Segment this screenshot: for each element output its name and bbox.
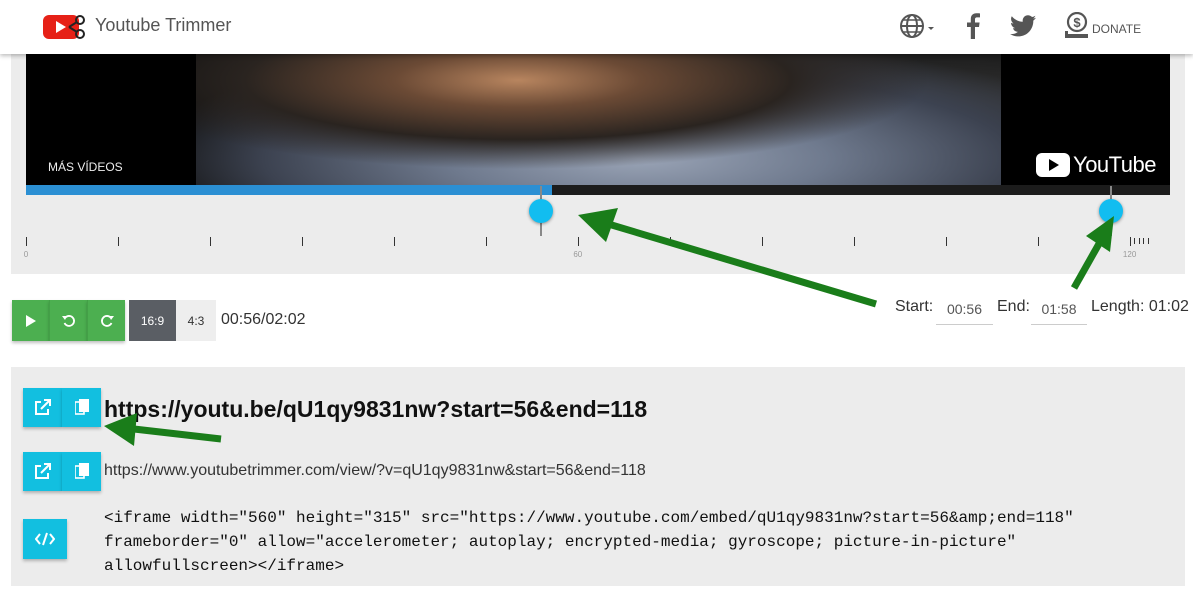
ratio-16-9-button[interactable]: 16:9 [129,300,176,341]
ruler-tick [945,237,947,246]
length-readout: Length: 01:02 [1091,298,1189,316]
language-menu[interactable] [900,12,934,40]
ruler-minor-tick [1138,238,1140,244]
globe-icon [900,14,934,38]
dollar-hand-icon: $ [1065,12,1088,38]
donate-label[interactable]: DONATE [1092,22,1141,36]
open-short-url-button[interactable] [23,388,62,427]
donate-link[interactable]: $ [1064,12,1090,40]
start-handle[interactable] [529,199,554,223]
start-label: Start: [895,298,934,315]
ruler-minor-tick [1129,238,1131,244]
timeline-ruler[interactable]: 0 60 120 [24,237,1170,259]
ruler-tick [485,237,487,246]
video-progress-bar[interactable] [26,185,1170,195]
play-button[interactable] [12,300,49,341]
ruler-tick [669,237,671,246]
facebook-link[interactable] [966,12,980,40]
length-value: 01:02 [1148,298,1189,315]
facebook-icon [967,13,980,39]
svg-text:$: $ [1073,15,1081,30]
playback-controls [12,300,125,341]
ruler-tick [209,237,211,246]
ruler-tick [577,237,579,246]
copy-short-url-button[interactable] [62,388,101,427]
open-external-icon [35,463,51,479]
forward-icon [100,314,114,327]
ruler-tick [1037,237,1039,246]
copy-embed-code-button[interactable] [23,519,67,559]
code-icon [35,532,55,546]
play-icon [25,314,36,327]
twitter-link[interactable] [1010,12,1036,40]
video-player[interactable]: MÁS VÍDEOS YouTube [26,54,1170,185]
ruler-tick [393,237,395,246]
open-external-icon [35,399,51,415]
ruler-tick [26,237,27,246]
youtube-brand-text: YouTube [1073,152,1156,177]
long-url-link[interactable]: https://www.youtubetrimmer.com/view/?v=q… [104,462,646,480]
length-label: Length: [1091,298,1145,315]
rewind-button[interactable] [49,300,87,341]
ruler-tick [853,237,855,246]
ruler-tick [301,237,303,246]
end-label: End: [997,298,1030,315]
youtube-play-logo-icon [1036,153,1071,177]
twitter-icon [1010,15,1036,37]
video-frame [196,54,1001,185]
ruler-tick [761,237,763,246]
time-readout: 00:56/02:02 [221,311,306,328]
copy-icon [74,463,89,479]
ruler-minor-tick [1148,238,1149,244]
start-time-input[interactable]: 00:56 [936,294,993,325]
ratio-4-3-button[interactable]: 4:3 [176,300,216,341]
youtube-brand[interactable]: YouTube [1036,152,1156,178]
ruler-tick [117,237,119,246]
app-title[interactable]: Youtube Trimmer [95,15,231,36]
ruler-minor-tick [1143,238,1145,244]
open-long-url-button[interactable] [23,452,62,491]
top-bar: Youtube Trimmer $ DONATE [0,0,1193,54]
copy-long-url-button[interactable] [62,452,101,491]
ruler-label: 60 [573,250,583,259]
ruler-label: 120 [1122,250,1137,259]
more-videos-label[interactable]: MÁS VÍDEOS [48,160,123,174]
video-progress-fill [26,185,553,195]
ruler-label: 0 [23,250,29,259]
end-time-input[interactable]: 01:58 [1031,294,1087,325]
short-url-link[interactable]: https://youtu.be/qU1qy9831nw?start=56&en… [104,396,647,423]
forward-button[interactable] [87,300,125,341]
copy-icon [74,399,89,415]
embed-code[interactable]: <iframe width="560" height="315" src="ht… [104,506,1074,578]
ruler-minor-tick [1134,238,1136,244]
rewind-icon [61,314,75,327]
youtube-scissors-logo[interactable] [43,14,87,40]
